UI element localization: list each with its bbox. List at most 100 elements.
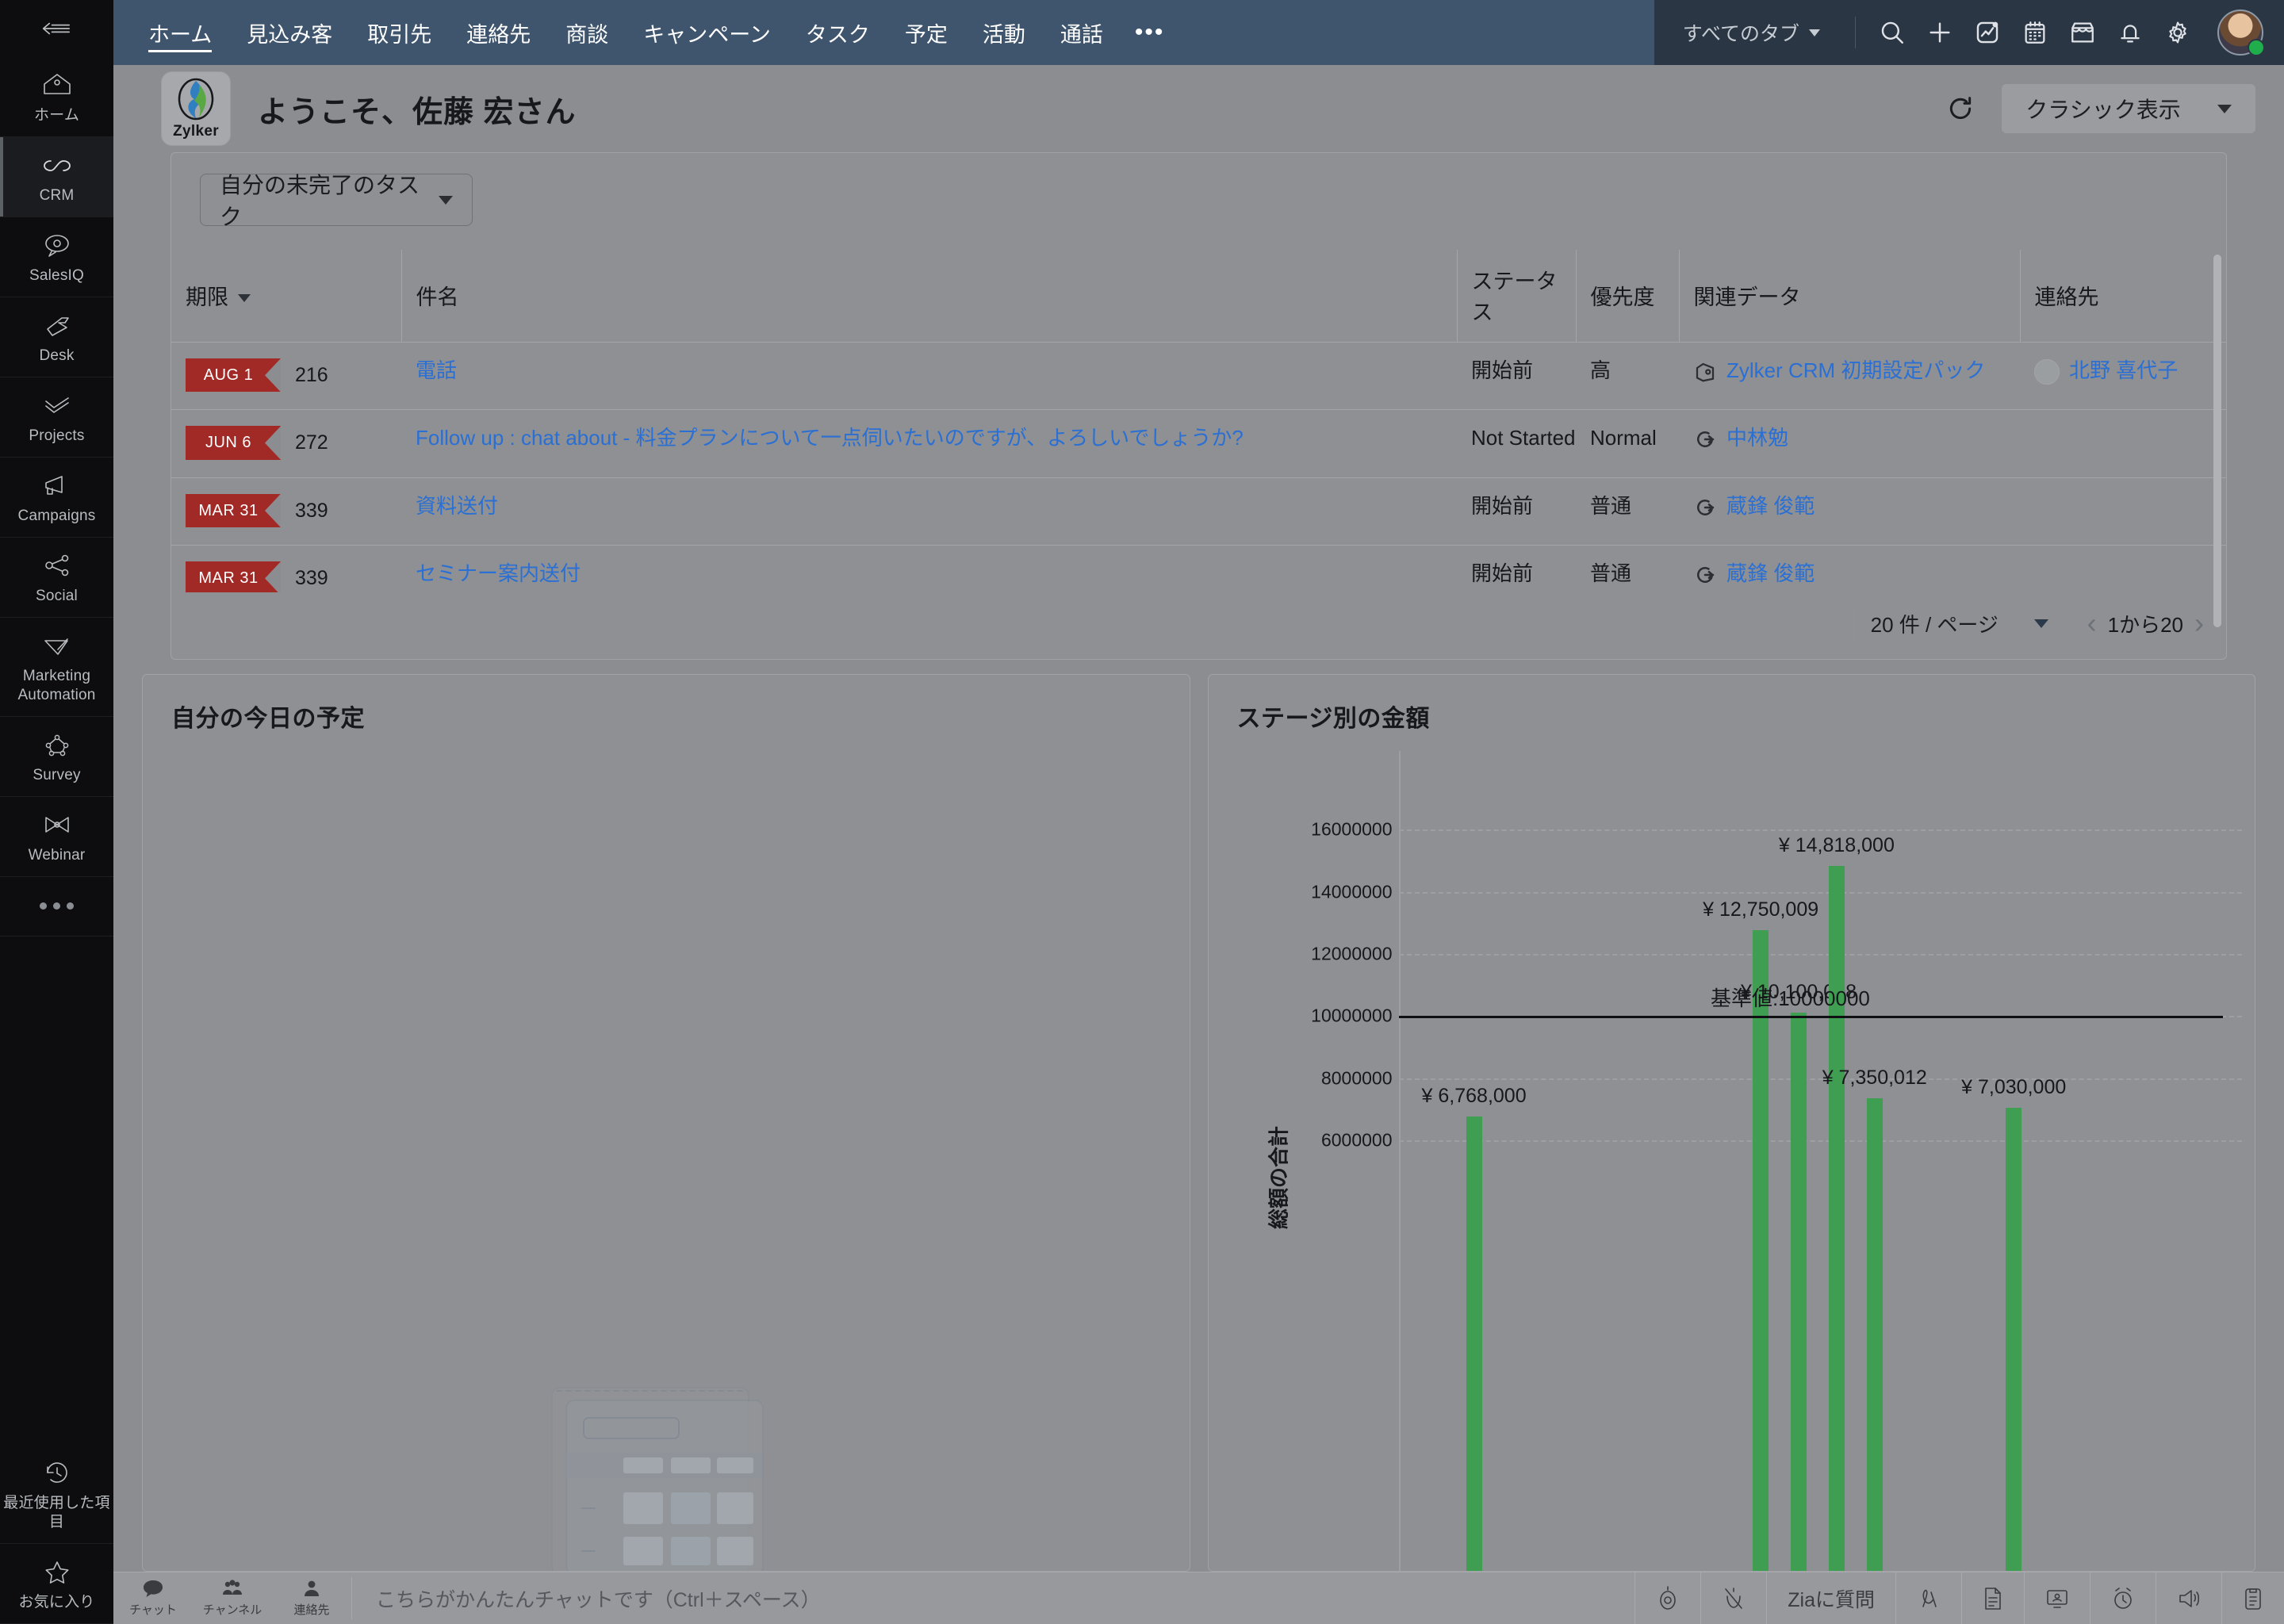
- chart-bar[interactable]: [1791, 1013, 1807, 1571]
- chart-bar[interactable]: [1466, 1116, 1482, 1571]
- ask-zia-button[interactable]: Ziaに質問: [1766, 1572, 1895, 1624]
- sidebar-item-home[interactable]: ホーム: [0, 57, 113, 137]
- tasks-table-scrollbar[interactable]: [2213, 255, 2221, 627]
- sidebar-item-social[interactable]: Social: [0, 538, 113, 618]
- tasks-table-body: AUG 1216電話開始前高Zylker CRM 初期設定パック北野 喜代子JU…: [171, 343, 2226, 593]
- zia-muted-icon[interactable]: [1700, 1572, 1766, 1624]
- notes-icon[interactable]: [1961, 1572, 2024, 1624]
- column-header-due[interactable]: 期限: [171, 250, 401, 343]
- tab-meetings[interactable]: 予定: [887, 0, 965, 65]
- task-subject-link[interactable]: セミナー案内送付: [416, 561, 581, 585]
- tab-tasks[interactable]: タスク: [788, 0, 887, 65]
- topnav-right: すべてのタブ: [1654, 0, 2284, 65]
- sidebar-item-salesiq[interactable]: SalesIQ: [0, 217, 113, 297]
- marketplace-icon[interactable]: [2060, 10, 2105, 55]
- task-view-filter[interactable]: 自分の未完了のタスク: [200, 174, 473, 226]
- contact-link[interactable]: 北野 喜代子: [2069, 358, 2178, 384]
- bell-icon[interactable]: [2108, 10, 2152, 55]
- sort-desc-icon[interactable]: [238, 294, 251, 302]
- related-record-link[interactable]: Zylker CRM 初期設定パック: [1726, 358, 1985, 384]
- plus-icon[interactable]: [1918, 10, 1962, 55]
- zia-signature-icon[interactable]: [1895, 1572, 1961, 1624]
- sidebar-item-webinar[interactable]: Webinar: [0, 797, 113, 877]
- sidebar-item-crm[interactable]: CRM: [0, 137, 113, 217]
- column-header-contact[interactable]: 連絡先: [2020, 250, 2226, 343]
- tab-contacts[interactable]: 連絡先: [449, 0, 548, 65]
- sidebar-item-label: Social: [36, 587, 78, 606]
- refresh-icon[interactable]: [1941, 90, 1979, 128]
- taskbar-channels[interactable]: チャンネル: [193, 1572, 272, 1624]
- prev-page-button[interactable]: ‹: [2087, 609, 2097, 638]
- chart-bar-label: ¥ 12,750,009: [1703, 898, 1818, 921]
- tab-accounts[interactable]: 取引先: [350, 0, 449, 65]
- reminder-clock-icon[interactable]: [2090, 1572, 2156, 1624]
- sidebar-item-recent[interactable]: 最近使用した項目: [0, 1445, 113, 1544]
- tab-more-icon[interactable]: •••: [1121, 0, 1179, 65]
- tab-activities[interactable]: 活動: [965, 0, 1043, 65]
- sidebar-item-projects[interactable]: Projects: [0, 377, 113, 458]
- collapse-arrow-icon[interactable]: [0, 0, 113, 57]
- history-clock-icon: [41, 1457, 73, 1488]
- chart-bar[interactable]: [1867, 1098, 1883, 1571]
- per-page-select[interactable]: 20 件 / ページ: [1853, 600, 2067, 646]
- calendar-icon[interactable]: [2013, 10, 2057, 55]
- per-page-label: 20 件 / ページ: [1871, 609, 1998, 638]
- webinar-icon: [41, 810, 73, 840]
- taskbar-contacts[interactable]: 連絡先: [272, 1572, 351, 1624]
- tasks-table-scroll[interactable]: 期限 件名 ステータス 優先度 関連データ 連絡先 AUG 1216電話開始前高…: [171, 250, 2226, 592]
- quick-chat-input[interactable]: こちらがかんたんチャットです（Ctrl＋スペース）: [352, 1572, 1634, 1624]
- sidebar-item-marketing-automation[interactable]: Marketing Automation: [0, 618, 113, 717]
- related-record-link[interactable]: 蔵鋒 俊範: [1726, 561, 1815, 587]
- channels-icon: [220, 1579, 244, 1599]
- tab-calls[interactable]: 通話: [1043, 0, 1121, 65]
- stage-amount-chart-widget: ステージ別の金額 総額の合計 6000000800000010000000120…: [1208, 674, 2256, 1572]
- sidebar-item-desk[interactable]: Desk: [0, 297, 113, 377]
- sidebar-item-survey[interactable]: Survey: [0, 717, 113, 797]
- chart-bar[interactable]: [2006, 1108, 2021, 1571]
- announcement-icon[interactable]: [2156, 1572, 2221, 1624]
- cell-status: 開始前: [1457, 546, 1576, 592]
- sidebar-item-campaigns[interactable]: Campaigns: [0, 458, 113, 538]
- cell-contact: [2020, 546, 2226, 592]
- table-row[interactable]: MAR 31339資料送付開始前普通蔵鋒 俊範: [171, 477, 2226, 545]
- avatar[interactable]: [2217, 10, 2263, 56]
- tab-home[interactable]: ホーム: [131, 0, 229, 65]
- presentation-icon[interactable]: [2024, 1572, 2090, 1624]
- cell-due: JUN 6272: [171, 410, 401, 477]
- related-record-link[interactable]: 中林勉: [1726, 426, 1788, 451]
- tab-deals[interactable]: 商談: [548, 0, 626, 65]
- tab-campaigns[interactable]: キャンペーン: [626, 0, 788, 65]
- sidebar-item-label: 最近使用した項目: [3, 1494, 110, 1532]
- view-switch-button[interactable]: クラシック表示: [2002, 84, 2255, 133]
- tab-leads[interactable]: 見込み客: [229, 0, 350, 65]
- task-subject-link[interactable]: 資料送付: [416, 494, 498, 518]
- taskbar-item-label: チャンネル: [203, 1601, 263, 1618]
- chat-bubble-icon: [141, 1579, 165, 1599]
- column-header-priority[interactable]: 優先度: [1576, 250, 1679, 343]
- zia-orb-icon[interactable]: [1634, 1572, 1700, 1624]
- gear-icon[interactable]: [2156, 10, 2200, 55]
- analytics-icon[interactable]: [1965, 10, 2010, 55]
- all-tabs-dropdown[interactable]: すべてのタブ: [1675, 18, 1841, 47]
- table-row[interactable]: MAR 31339セミナー案内送付開始前普通蔵鋒 俊範: [171, 546, 2226, 592]
- chart-bar[interactable]: [1753, 930, 1769, 1571]
- task-subject-link[interactable]: Follow up : chat about - 料金プランについて一点伺いたい…: [416, 426, 1244, 450]
- related-record-link[interactable]: 蔵鋒 俊範: [1726, 494, 1815, 519]
- column-header-status[interactable]: ステータス: [1457, 250, 1576, 343]
- chart-bar-label: ¥ 14,818,000: [1779, 834, 1895, 857]
- cell-related: 中林勉: [1679, 410, 2020, 477]
- table-row[interactable]: JUN 6272 Follow up : chat about - 料金プランにつ…: [171, 410, 2226, 477]
- next-page-button[interactable]: ›: [2194, 609, 2204, 638]
- clipboard-icon[interactable]: [2221, 1572, 2284, 1624]
- column-header-subject[interactable]: 件名: [401, 250, 1457, 343]
- projects-icon: [41, 390, 73, 420]
- table-row[interactable]: AUG 1216電話開始前高Zylker CRM 初期設定パック北野 喜代子: [171, 343, 2226, 410]
- sidebar-item-favourites[interactable]: お気に入り: [0, 1544, 113, 1624]
- task-subject-link[interactable]: 電話: [416, 358, 457, 382]
- column-header-related[interactable]: 関連データ: [1679, 250, 2020, 343]
- more-dots-icon[interactable]: [0, 877, 113, 936]
- search-icon[interactable]: [1870, 10, 1914, 55]
- chart-bar[interactable]: [1829, 866, 1845, 1571]
- taskbar-chat[interactable]: チャット: [113, 1572, 193, 1624]
- cell-priority: 普通: [1576, 546, 1679, 592]
